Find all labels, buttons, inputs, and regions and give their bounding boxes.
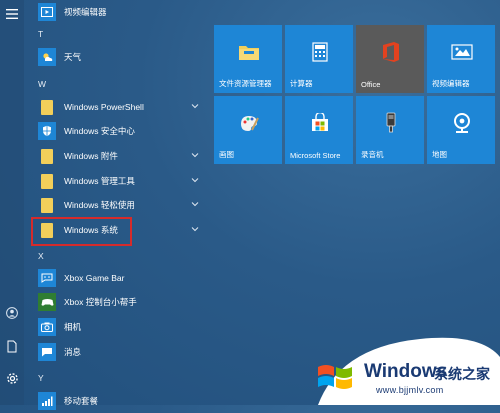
list-item-label: 相机 [64, 322, 82, 332]
chevron-down-icon[interactable] [190, 150, 200, 160]
chevron-down-icon[interactable] [190, 224, 200, 234]
paint-icon [238, 112, 260, 134]
video-editor-icon [451, 41, 473, 63]
list-item-label: Windows PowerShell [64, 102, 144, 112]
calculator-icon [309, 41, 331, 63]
list-item-label: 消息 [64, 347, 82, 357]
office-icon [380, 41, 402, 63]
recorder-icon [380, 112, 402, 134]
tile-maps[interactable]: 地图 [427, 96, 495, 164]
hamburger-menu-icon[interactable] [4, 6, 20, 22]
section-letter-y[interactable]: Y [38, 373, 44, 383]
tile-label: 视频编辑器 [432, 79, 470, 88]
list-item-mobile-plan[interactable]: 移动套餐 [24, 389, 212, 413]
weather-icon [38, 48, 56, 66]
list-item-windows-ease-of-access[interactable]: Windows 轻松使用 [24, 193, 212, 217]
watermark-url: www.bjjmlv.com [376, 385, 444, 395]
tile-label: 画图 [219, 150, 234, 159]
tile-label: 录音机 [361, 150, 384, 159]
list-item-label: 移动套餐 [64, 396, 99, 406]
list-item-label: Windows 安全中心 [64, 126, 135, 136]
folder-explorer-icon [238, 41, 260, 63]
list-item-weather[interactable]: 天气 [24, 45, 212, 69]
section-letter-x[interactable]: X [38, 251, 44, 261]
list-item-xbox-console-companion[interactable]: Xbox 控制台小帮手 [24, 290, 212, 314]
user-icon[interactable] [4, 305, 20, 321]
list-item-camera[interactable]: 相机 [24, 315, 212, 339]
maps-icon [451, 112, 473, 134]
chevron-down-icon[interactable] [190, 175, 200, 185]
tile-microsoft-store[interactable]: Microsoft Store [285, 96, 353, 164]
list-item-label: 视频编辑器 [64, 7, 107, 17]
message-icon [38, 343, 56, 361]
tile-office[interactable]: Office [356, 25, 424, 93]
list-item-label: 天气 [64, 52, 82, 62]
list-item-windows-security[interactable]: Windows 安全中心 [24, 119, 212, 143]
tile-label: Microsoft Store [290, 151, 341, 160]
folder-icon [38, 98, 56, 116]
tile-label: 文件资源管理器 [219, 79, 272, 88]
watermark: Windows 系统之家 www.bjjmlv.com [300, 337, 500, 405]
tile-label: 计算器 [290, 79, 313, 88]
tile-calculator[interactable]: 计算器 [285, 25, 353, 93]
tile-video-editor[interactable]: 视频编辑器 [427, 25, 495, 93]
list-item-windows-accessories[interactable]: Windows 附件 [24, 144, 212, 168]
tile-paint[interactable]: 画图 [214, 96, 282, 164]
tile-voice-recorder[interactable]: 录音机 [356, 96, 424, 164]
folder-icon [38, 172, 56, 190]
document-icon[interactable] [4, 338, 20, 354]
signal-bars-icon [38, 392, 56, 410]
section-letter-w[interactable]: W [38, 79, 46, 89]
list-item-label: Xbox 控制台小帮手 [64, 297, 137, 307]
chevron-down-icon[interactable] [190, 101, 200, 111]
store-icon [309, 112, 331, 134]
pinned-tiles: 文件资源管理器 计算器 Office 视频编辑器 画图 Microsoft St… [214, 25, 498, 164]
shield-icon [38, 122, 56, 140]
video-editor-small-icon [38, 3, 56, 21]
list-item-label: Windows 附件 [64, 151, 118, 161]
camera-icon [38, 318, 56, 336]
left-rail [0, 0, 24, 405]
section-letter-t[interactable]: T [38, 29, 43, 39]
tile-label: 地图 [432, 150, 447, 159]
highlight-box [31, 217, 132, 246]
xbox-console-icon [38, 293, 56, 311]
list-item-label: Windows 轻松使用 [64, 200, 135, 210]
watermark-suffix: 系统之家 [434, 366, 490, 382]
list-item-label: Xbox Game Bar [64, 273, 125, 283]
settings-icon[interactable] [4, 370, 20, 386]
folder-icon [38, 196, 56, 214]
list-item-windows-admin-tools[interactable]: Windows 管理工具 [24, 169, 212, 193]
chevron-down-icon[interactable] [190, 199, 200, 209]
app-list: 视频编辑器 T 天气 W Windows PowerShell Windows … [24, 0, 212, 410]
list-item-windows-powershell[interactable]: Windows PowerShell [24, 95, 212, 119]
tile-label: Office [361, 80, 381, 89]
list-item-messages[interactable]: 消息 [24, 340, 212, 364]
list-item-label: Windows 管理工具 [64, 176, 135, 186]
windows-logo-icon [318, 365, 352, 389]
list-item-xbox-game-bar[interactable]: Xbox Game Bar [24, 266, 212, 290]
folder-icon [38, 147, 56, 165]
tile-file-explorer[interactable]: 文件资源管理器 [214, 25, 282, 93]
xbox-game-bar-icon [38, 269, 56, 287]
list-item-video-editor[interactable]: 视频编辑器 [24, 0, 212, 24]
